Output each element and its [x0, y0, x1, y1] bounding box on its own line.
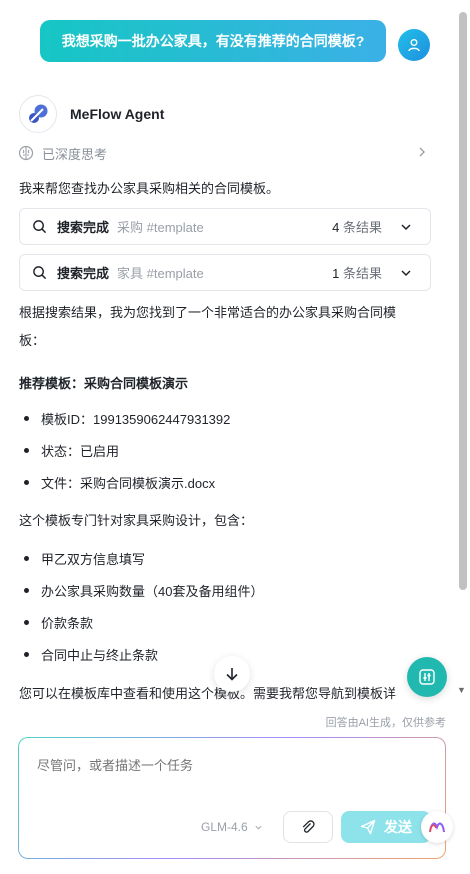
list-item: 价款条款	[24, 613, 93, 632]
chevron-down-icon[interactable]	[400, 267, 412, 279]
list-item: 文件：采购合同模板演示.docx	[24, 473, 215, 492]
user-message-bubble: 我想采购一批办公家具，有没有推荐的合同模板?	[40, 20, 386, 62]
paperclip-icon	[302, 820, 315, 833]
search-count: 1 条结果	[332, 266, 382, 281]
send-button[interactable]: 发送	[341, 811, 431, 843]
search-keyword: 家具 #template	[117, 266, 204, 281]
list-item: 状态：已启用	[24, 441, 119, 460]
search-result-card[interactable]: 搜索完成 采购 #template 4 条结果	[19, 208, 431, 245]
composer: GLM-4.6 发送	[18, 737, 446, 859]
brain-icon	[18, 145, 34, 161]
ai-disclaimer: 回答由AI生成，仅供参考	[325, 717, 446, 729]
scroll-to-bottom-button[interactable]	[214, 656, 250, 692]
user-avatar[interactable]	[398, 29, 430, 61]
model-name: GLM-4.6	[201, 820, 248, 834]
intro-text: 我来帮您查找办公家具采购相关的合同模板。	[19, 181, 280, 196]
chevron-down-icon[interactable]	[400, 221, 412, 233]
send-label: 发送	[384, 819, 412, 835]
search-status: 搜索完成	[57, 266, 110, 281]
chevron-down-icon	[255, 825, 262, 830]
scroll-down-arrow-icon[interactable]: ▼	[457, 685, 466, 695]
search-status: 搜索完成	[57, 220, 110, 235]
send-icon	[360, 819, 376, 835]
search-icon	[33, 220, 47, 234]
search-result-card[interactable]: 搜索完成 家具 #template 1 条结果	[19, 254, 431, 291]
list-item: 甲乙双方信息填写	[24, 549, 145, 568]
assistant-float-icon[interactable]	[421, 811, 453, 843]
search-keyword: 采购 #template	[117, 220, 204, 235]
recommend-heading: 推荐模板：采购合同模板演示	[19, 376, 189, 391]
list-item: 模板ID：1991359062447931392	[24, 409, 230, 428]
list-item: 合同中止与终止条款	[24, 645, 158, 664]
thinking-toggle[interactable]: 已深度思考	[18, 143, 430, 163]
meflow-logo-icon	[29, 104, 48, 123]
thinking-label: 已深度思考	[42, 146, 108, 162]
agent-name: MeFlow Agent	[70, 106, 165, 122]
model-selector[interactable]: GLM-4.6	[201, 820, 263, 834]
user-icon	[408, 39, 420, 52]
agent-logo	[19, 95, 57, 133]
user-message-text: 我想采购一批办公家具，有没有推荐的合同模板?	[61, 33, 365, 49]
scrollbar-thumb[interactable]	[459, 12, 467, 590]
sliders-icon	[419, 669, 435, 685]
search-count: 4 条结果	[332, 220, 382, 235]
search-icon	[33, 266, 47, 280]
arrow-down-icon	[226, 668, 238, 681]
tools-fab-button[interactable]	[407, 657, 447, 697]
list-item: 办公家具采购数量（40套及备用组件）	[24, 581, 263, 600]
design-intro: 这个模板专门针对家具采购设计，包含：	[19, 513, 254, 528]
result-paragraph: 根据搜索结果，我为您找到了一个非常适合的办公家具采购合同模 板：	[19, 305, 397, 348]
prompt-input[interactable]	[37, 758, 417, 773]
chevron-right-icon	[419, 147, 425, 157]
attach-button[interactable]	[283, 811, 333, 843]
meflow-mark-icon	[429, 822, 445, 833]
